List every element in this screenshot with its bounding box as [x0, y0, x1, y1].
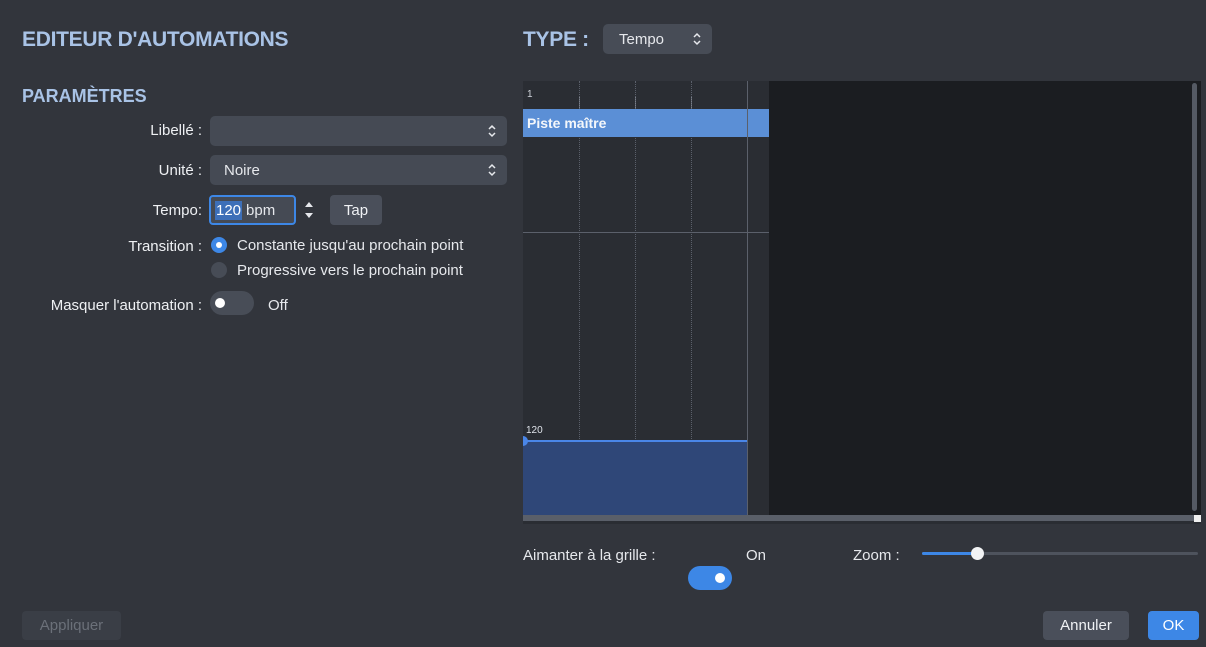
- automation-timeline[interactable]: 1 Piste maître 120: [523, 81, 1201, 524]
- zoom-slider-fill: [922, 552, 978, 555]
- automation-point-value: 120: [526, 425, 543, 436]
- libelle-label: Libellé :: [150, 122, 202, 139]
- tempo-stepper[interactable]: [300, 195, 318, 225]
- zoom-slider-knob[interactable]: [970, 547, 984, 560]
- snap-label: Aimanter à la grille :: [523, 547, 656, 564]
- zoom-slider[interactable]: [922, 544, 1198, 564]
- timeline-midline: [523, 232, 769, 233]
- snap-toggle[interactable]: [688, 566, 732, 590]
- horizontal-scrollbar[interactable]: [523, 515, 1197, 521]
- tap-button[interactable]: Tap: [330, 195, 382, 225]
- region-end-line: [747, 81, 748, 515]
- chevron-updown-icon: [487, 123, 497, 139]
- toggle-knob: [715, 573, 725, 583]
- timeline-ruler: [523, 81, 769, 109]
- transition-radio-progressive[interactable]: [211, 262, 227, 278]
- transition-option-progressive-label: Progressive vers le prochain point: [237, 262, 463, 279]
- type-label: TYPE :: [523, 28, 589, 51]
- track-name: Piste maître: [527, 115, 607, 131]
- zoom-label: Zoom :: [853, 547, 900, 564]
- transition-radio-constante[interactable]: [211, 237, 227, 253]
- unite-label: Unité :: [158, 162, 202, 179]
- cancel-button[interactable]: Annuler: [1043, 611, 1129, 640]
- stepper-arrows-icon: [305, 202, 313, 218]
- type-select-value: Tempo: [619, 30, 665, 48]
- automation-line: [523, 440, 747, 442]
- chevron-updown-icon: [692, 31, 702, 47]
- apply-button[interactable]: Appliquer: [22, 611, 121, 640]
- masquer-label: Masquer l'automation :: [50, 297, 202, 314]
- masquer-state: Off: [268, 297, 288, 314]
- tempo-label: Tempo:: [152, 202, 202, 219]
- timeline-empty-area: [769, 81, 1201, 515]
- vertical-scrollbar[interactable]: [1192, 83, 1197, 511]
- track-header[interactable]: Piste maître: [523, 109, 769, 137]
- tempo-input[interactable]: 120 bpm: [209, 195, 296, 225]
- chevron-updown-icon: [487, 162, 497, 178]
- resize-corner-icon[interactable]: [1194, 515, 1201, 522]
- ok-button[interactable]: OK: [1148, 611, 1199, 640]
- params-section-title: PARAMÈTRES: [22, 86, 147, 106]
- timeline-track-area[interactable]: 1 Piste maître 120: [523, 81, 769, 515]
- transition-option-constante-label: Constante jusqu'au prochain point: [237, 237, 464, 254]
- automation-fill: [523, 442, 747, 515]
- tempo-input-unit: bpm: [246, 201, 276, 219]
- type-select[interactable]: Tempo: [603, 24, 712, 54]
- tempo-input-value: 120: [215, 200, 243, 220]
- bar-number: 1: [527, 89, 533, 100]
- snap-state: On: [746, 547, 767, 564]
- unite-select-value: Noire: [224, 161, 260, 179]
- transition-label: Transition :: [128, 238, 202, 255]
- unite-select[interactable]: Noire: [210, 155, 507, 185]
- masquer-toggle[interactable]: [210, 291, 254, 315]
- editor-title: EDITEUR D'AUTOMATIONS: [22, 28, 289, 51]
- toggle-knob: [215, 298, 225, 308]
- libelle-select[interactable]: [210, 116, 507, 146]
